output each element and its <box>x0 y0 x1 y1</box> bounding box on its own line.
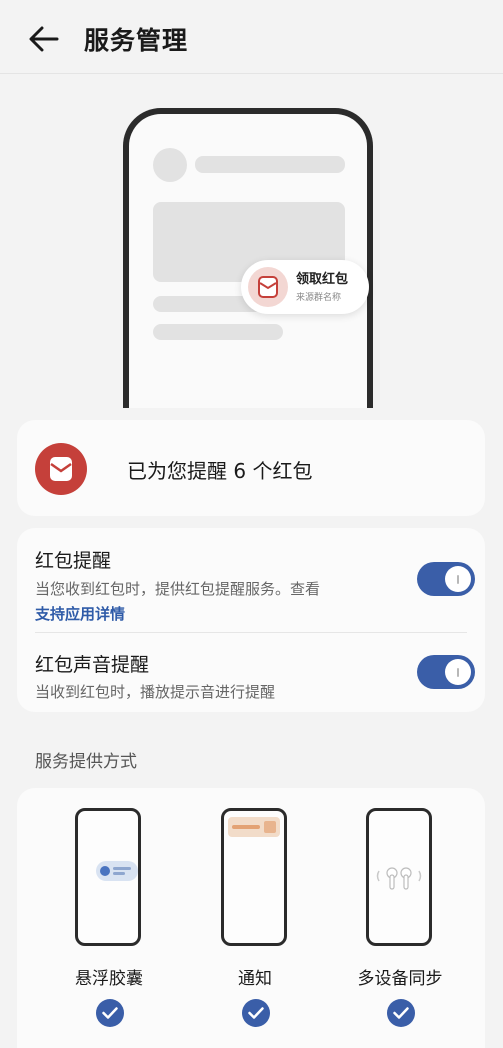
popup-subtitle: 来源群名称 <box>296 293 342 303</box>
red-envelope-reminder-toggle[interactable] <box>417 562 475 596</box>
service-methods-card: 悬浮胶囊 通知 多设备同步 <box>17 788 485 1048</box>
supported-apps-link[interactable]: 支持应用详情 <box>35 603 125 624</box>
check-icon <box>393 1007 409 1019</box>
multi-device-illustration[interactable] <box>366 808 432 946</box>
floating-capsule-illustration[interactable] <box>75 808 141 946</box>
section-title: 服务提供方式 <box>35 752 137 772</box>
skeleton-avatar <box>153 148 187 182</box>
method-label-multi-device: 多设备同步 <box>357 969 443 989</box>
skeleton-line <box>195 156 345 173</box>
popup-title: 领取红包 <box>296 272 349 287</box>
red-envelope-icon <box>35 443 87 495</box>
hero-illustration: 领取红包 来源群名称 <box>123 108 373 408</box>
settings-card: 红包提醒 当您收到红包时，提供红包提醒服务。查看 支持应用详情 红包声音提醒 当… <box>17 528 485 712</box>
notification-check[interactable] <box>242 999 270 1027</box>
notification-illustration[interactable] <box>221 808 287 946</box>
toggle-knob <box>445 566 471 592</box>
sound-reminder-toggle[interactable] <box>417 655 475 689</box>
arrow-left-icon <box>29 26 59 52</box>
back-button[interactable] <box>26 22 62 56</box>
red-envelope-reminder-title: 红包提醒 <box>35 550 112 572</box>
title-bar: 服务管理 <box>0 0 503 74</box>
red-envelope-icon <box>248 267 288 307</box>
method-label-notification: 通知 <box>238 969 272 989</box>
phone-illustration: 领取红包 来源群名称 <box>123 108 373 408</box>
earbuds-icon <box>376 867 422 890</box>
notification-banner <box>228 817 280 837</box>
red-envelope-popup: 领取红包 来源群名称 <box>241 260 369 314</box>
method-label-floating-capsule: 悬浮胶囊 <box>75 969 143 989</box>
skeleton-line <box>153 324 283 340</box>
page-title: 服务管理 <box>84 26 189 55</box>
divider <box>35 632 467 633</box>
check-icon <box>102 1007 118 1019</box>
toggle-knob <box>445 659 471 685</box>
multi-device-check[interactable] <box>387 999 415 1027</box>
sound-reminder-description: 当收到红包时，播放提示音进行提醒 <box>35 683 276 701</box>
floating-capsule-check[interactable] <box>96 999 124 1027</box>
red-envelope-reminder-description: 当您收到红包时，提供红包提醒服务。查看 <box>35 580 321 598</box>
capsule-shape <box>96 861 138 881</box>
reminder-count-text: 已为您提醒 6 个红包 <box>127 459 313 483</box>
sound-reminder-title: 红包声音提醒 <box>35 654 150 676</box>
check-icon <box>248 1007 264 1019</box>
reminder-summary-card: 已为您提醒 6 个红包 <box>17 420 485 516</box>
